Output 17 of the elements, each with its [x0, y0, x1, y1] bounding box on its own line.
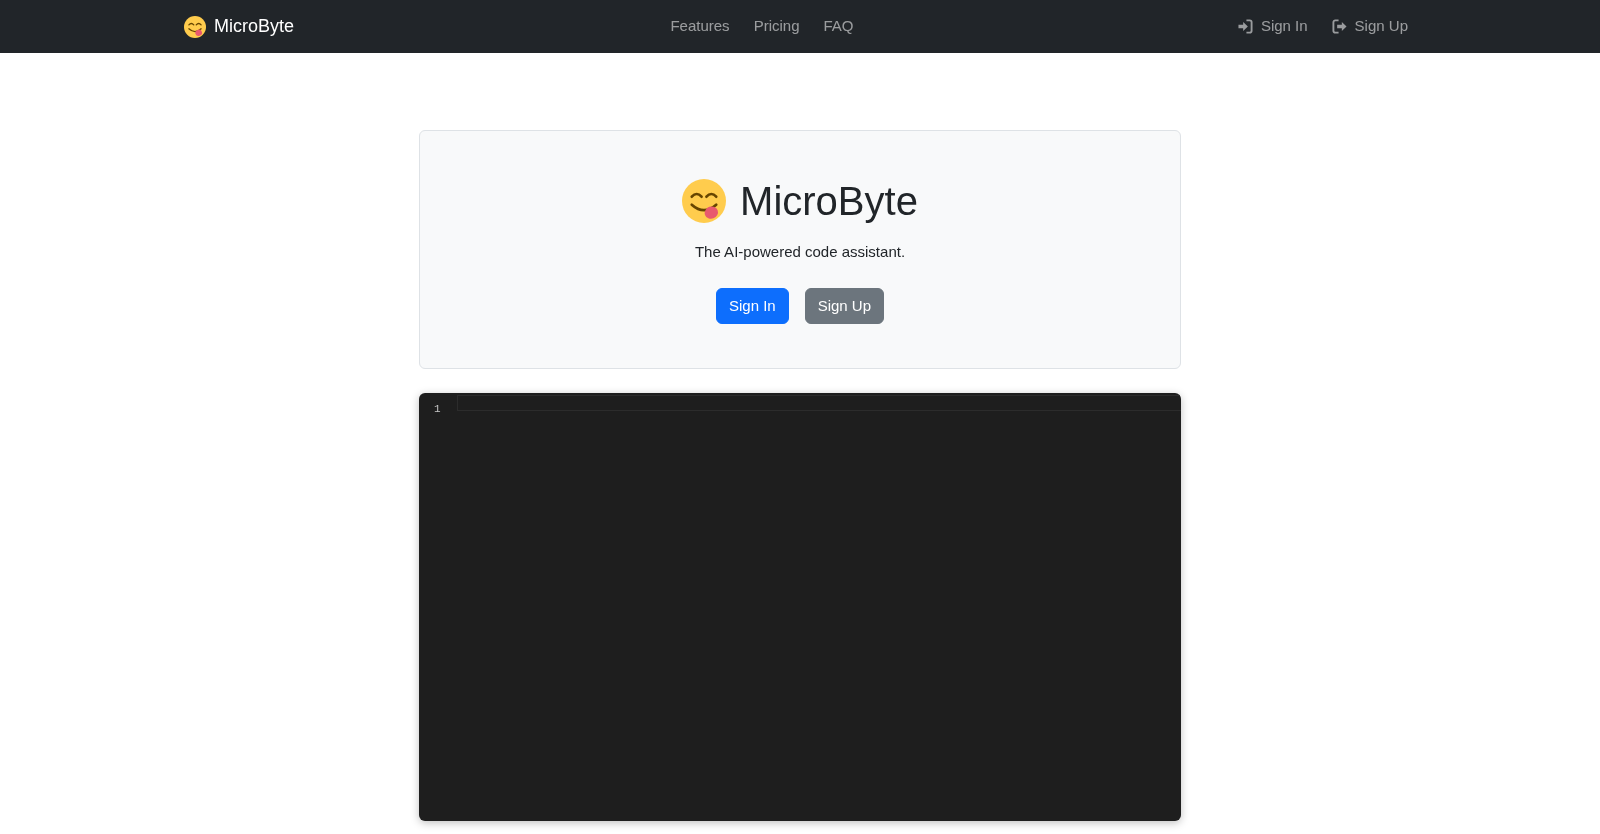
current-line-highlight[interactable] — [457, 395, 1181, 411]
smiley-icon — [682, 179, 727, 223]
nav-link[interactable]: FAQ — [815, 11, 862, 42]
sign-up-button[interactable]: Sign Up — [804, 287, 885, 324]
sign-in-link[interactable]: Sign In — [1229, 11, 1316, 42]
smiley-icon — [184, 15, 206, 38]
sign-in-button[interactable]: Sign In — [715, 287, 789, 324]
line-number: 1 — [433, 403, 441, 415]
sign-in-icon — [1237, 19, 1253, 34]
sign-up-link[interactable]: Sign Up — [1323, 11, 1416, 42]
nav-link[interactable]: Features — [662, 11, 738, 42]
nav-link[interactable]: Pricing — [745, 11, 808, 42]
code-editor[interactable]: 1 — [419, 393, 1181, 821]
tagline: The AI-powered code assistant. — [693, 242, 907, 262]
sign-out-icon — [1331, 19, 1347, 34]
brand-name[interactable]: MicroByte — [214, 13, 294, 40]
hero-title: MicroByte — [740, 178, 918, 225]
